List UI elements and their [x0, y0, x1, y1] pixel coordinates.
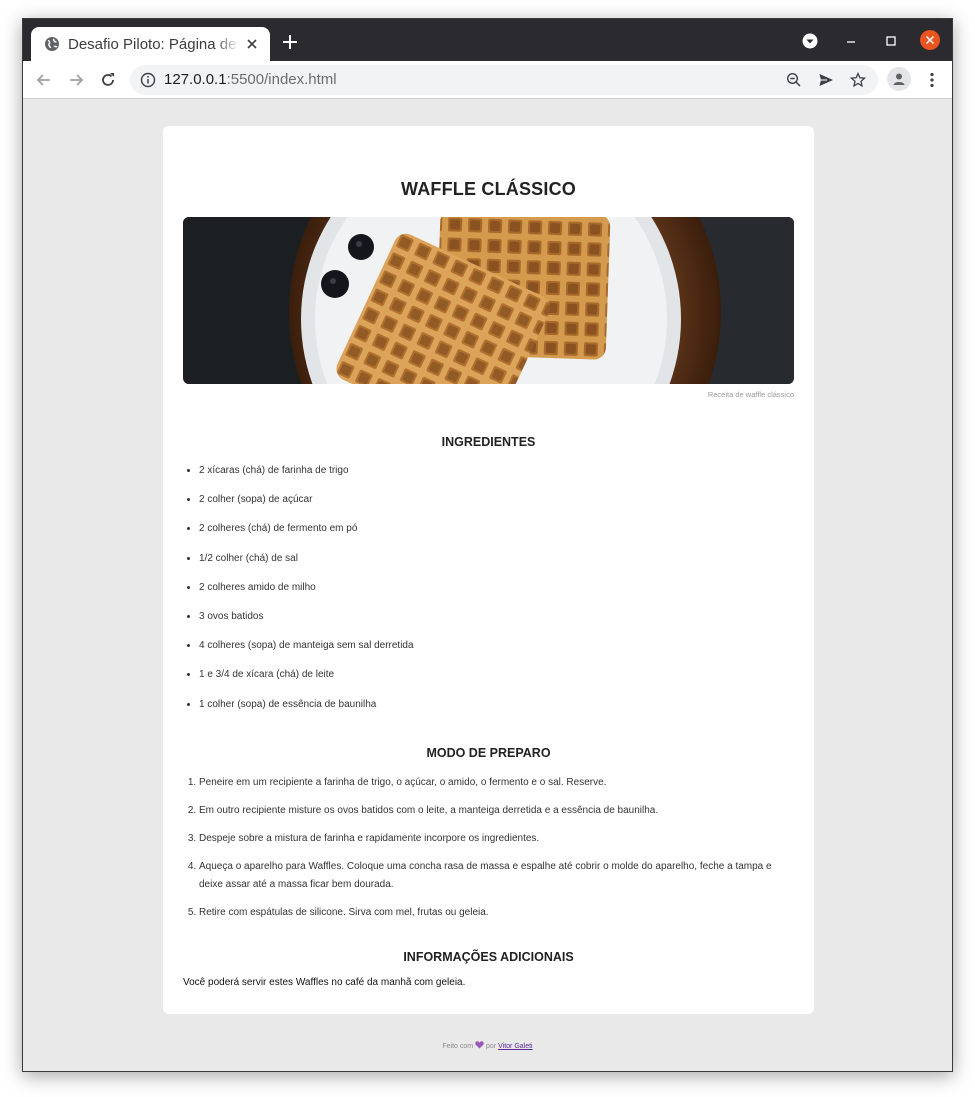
ingredient-item: 2 colher (sopa) de açúcar	[199, 492, 794, 507]
ingredient-item: 3 ovos batidos	[199, 609, 794, 624]
footer-by: por	[486, 1043, 497, 1050]
heart-icon	[475, 1041, 484, 1049]
ingredient-item: 1 colher (sopa) de essência de baunilha	[199, 697, 794, 712]
url-host: 127.0.0.1	[164, 71, 227, 88]
info-icon[interactable]	[140, 72, 156, 88]
waffle-image	[183, 217, 794, 384]
ingredient-item: 2 xícaras (chá) de farinha de trigo	[199, 463, 794, 478]
method-step: Aqueça o aparelho para Waffles. Coloque …	[199, 858, 794, 894]
image-caption: Receita de waffle clássico	[707, 390, 794, 399]
method-step: Retire com espátulas de silicone. Sirva …	[199, 904, 794, 922]
ingredient-item: 2 colheres (chá) de fermento em pó	[199, 521, 794, 536]
url-text: 127.0.0.1:5500/index.html	[164, 71, 337, 88]
footer-made-with: Feito com	[442, 1043, 474, 1050]
zoom-out-icon[interactable]	[786, 72, 802, 88]
back-arrow-icon[interactable]	[34, 70, 54, 90]
ingredient-item: 4 colheres (sopa) de manteiga sem sal de…	[199, 638, 794, 653]
profile-avatar[interactable]	[887, 67, 911, 91]
minimize-icon[interactable]	[841, 31, 861, 51]
browser-window: Desafio Piloto: Página de Receita	[22, 18, 953, 1072]
author-link[interactable]: Vitor Galeti	[498, 1043, 533, 1050]
chevron-down-icon[interactable]	[802, 33, 818, 49]
page-footer: Feito com por Vitor Galeti	[23, 1041, 952, 1050]
info-heading: INFORMAÇÕES ADICIONAIS	[403, 949, 574, 964]
ingredient-item: 1 e 3/4 de xícara (chá) de leite	[199, 667, 794, 682]
browser-toolbar: 127.0.0.1:5500/index.html	[23, 61, 952, 99]
close-tab-icon[interactable]	[244, 36, 260, 52]
new-tab-icon[interactable]	[281, 33, 299, 51]
method-step: Em outro recipiente misture os ovos bati…	[199, 802, 794, 820]
maximize-icon[interactable]	[881, 31, 901, 51]
close-window-button[interactable]	[920, 30, 940, 50]
browser-tab[interactable]: Desafio Piloto: Página de Receita	[31, 27, 270, 61]
forward-arrow-icon[interactable]	[66, 70, 86, 90]
address-bar[interactable]: 127.0.0.1:5500/index.html	[130, 65, 878, 95]
info-text: Você poderá servir estes Waffles no café…	[183, 976, 466, 988]
bookmark-star-icon[interactable]	[850, 72, 866, 88]
menu-kebab-icon[interactable]	[922, 70, 942, 90]
ingredient-item: 2 colheres amido de milho	[199, 580, 794, 595]
ingredient-item: 1/2 colher (chá) de sal	[199, 551, 794, 566]
tab-bar: Desafio Piloto: Página de Receita	[23, 19, 952, 61]
recipe-card: WAFFLE CLÁSSICO Receita de waffle clássi…	[163, 126, 814, 1014]
close-icon	[925, 35, 935, 45]
page-viewport: WAFFLE CLÁSSICO Receita de waffle clássi…	[23, 99, 952, 1071]
globe-icon	[45, 37, 59, 51]
method-step: Peneire em um recipiente a farinha de tr…	[199, 774, 794, 792]
method-heading: MODO DE PREPARO	[426, 745, 551, 760]
page-title: WAFFLE CLÁSSICO	[401, 179, 576, 199]
reload-icon[interactable]	[98, 70, 118, 90]
url-path: :5500/index.html	[226, 71, 337, 88]
send-icon[interactable]	[818, 72, 834, 88]
ingredients-heading: INGREDIENTES	[441, 435, 536, 449]
person-icon	[893, 73, 905, 85]
method-list: Peneire em um recipiente a farinha de tr…	[183, 774, 794, 922]
tab-title: Desafio Piloto: Página de Receita	[68, 35, 240, 53]
ingredients-list: 2 xícaras (chá) de farinha de trigo 2 co…	[183, 463, 794, 712]
method-step: Despeje sobre a mistura de farinha e rap…	[199, 830, 794, 848]
